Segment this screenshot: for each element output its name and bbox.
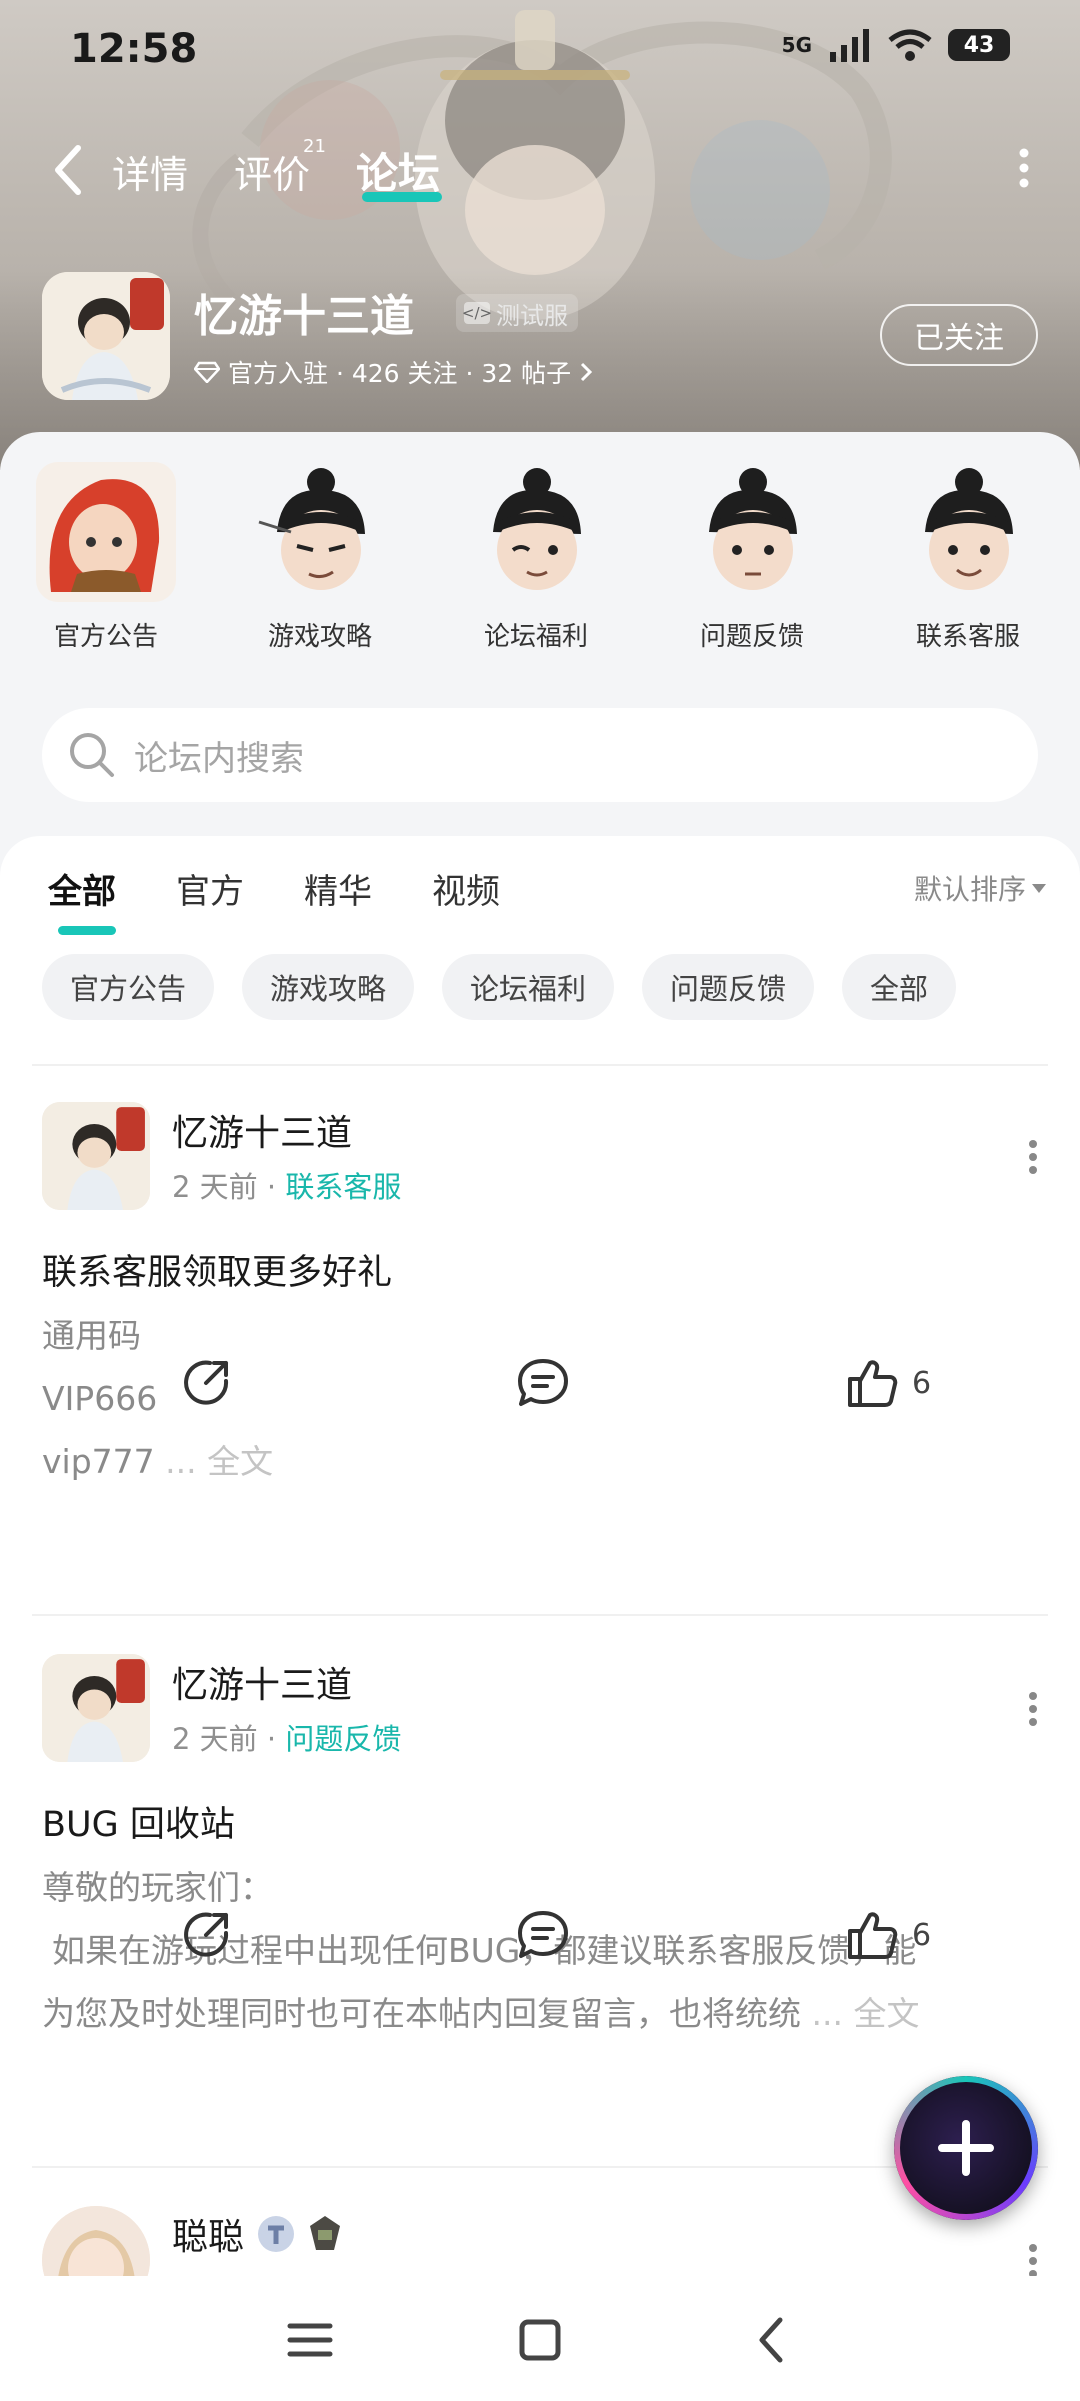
post-title: 联系客服领取更多好礼 bbox=[42, 1253, 393, 1293]
more-vertical-icon[interactable] bbox=[1028, 1692, 1038, 1726]
category-benefits[interactable]: 论坛福利 bbox=[456, 462, 616, 653]
thumbs-up-icon bbox=[848, 1912, 898, 1959]
caret-down-icon bbox=[1032, 883, 1046, 893]
chip-feedback[interactable]: 问题反馈 bbox=[642, 954, 815, 1020]
post-actions: 6 bbox=[0, 1348, 1080, 1418]
wifi-icon bbox=[888, 29, 932, 61]
tab-official[interactable]: 官方 bbox=[176, 864, 244, 913]
swordsman-avatar-icon bbox=[925, 468, 1013, 590]
active-filter-indicator bbox=[58, 926, 116, 935]
swordsman-avatar-icon bbox=[258, 468, 365, 590]
share-button[interactable] bbox=[180, 1900, 232, 1970]
share-icon bbox=[184, 1360, 229, 1405]
category-guides[interactable]: 游戏攻略 bbox=[240, 462, 400, 653]
search-icon bbox=[70, 733, 114, 777]
battery-icon: 43 bbox=[948, 29, 1010, 61]
comment-icon bbox=[518, 1911, 568, 1958]
red-hair-character-icon bbox=[36, 462, 176, 602]
home-icon[interactable] bbox=[510, 2312, 570, 2368]
tab-all[interactable]: 全部 bbox=[48, 864, 116, 913]
like-button[interactable]: 6 bbox=[846, 1348, 931, 1418]
tab-details[interactable]: 详情 bbox=[112, 144, 188, 199]
post-card[interactable]: 忆游十三道 2 天前 · 联系客服 联系客服领取更多好礼 通用码 VIP666 … bbox=[0, 1102, 1080, 1602]
active-tab-indicator bbox=[362, 192, 442, 202]
author-avatar[interactable] bbox=[42, 1102, 150, 1210]
chip-guides[interactable]: 游戏攻略 bbox=[242, 954, 415, 1020]
network-indicator: 5G bbox=[781, 33, 812, 57]
read-more-link[interactable]: ... 全文 bbox=[155, 1442, 273, 1481]
system-navigation-bar bbox=[0, 2276, 1080, 2401]
category-announcements[interactable]: 官方公告 bbox=[26, 462, 186, 653]
game-info: 忆游十三道 </> 测试服 官方入驻 · 426 关注 · 32 帖子 已关注 bbox=[42, 272, 1038, 402]
menu-icon[interactable] bbox=[280, 2312, 340, 2368]
comment-icon bbox=[518, 1359, 568, 1406]
swordsman-avatar-icon bbox=[493, 468, 581, 590]
game-title: 忆游十三道 bbox=[194, 291, 414, 342]
author-name[interactable]: 忆游十三道 bbox=[172, 1104, 352, 1156]
follow-button[interactable]: 已关注 bbox=[880, 304, 1038, 366]
tab-video[interactable]: 视频 bbox=[432, 864, 500, 913]
top-nav: 详情 评价 21 论坛 bbox=[0, 130, 1080, 210]
author-name[interactable]: 聪聪 bbox=[172, 2208, 244, 2260]
status-bar: 12:58 5G 43 bbox=[0, 0, 1080, 100]
chip-all[interactable]: 全部 bbox=[842, 954, 957, 1020]
achievement-badge-icon bbox=[310, 2216, 340, 2250]
category-row: 官方公告 游戏攻略 论坛福利 问题反馈 联系客服 bbox=[0, 462, 1080, 662]
more-vertical-icon[interactable] bbox=[1028, 1140, 1038, 1174]
more-vertical-icon[interactable] bbox=[1028, 2244, 1038, 2278]
post-meta: 2 天前 · 联系客服 bbox=[172, 1170, 402, 1204]
like-count: 6 bbox=[912, 1365, 932, 1401]
author-name[interactable]: 忆游十三道 bbox=[172, 1656, 352, 1708]
post-card[interactable]: 忆游十三道 2 天前 · 问题反馈 BUG 回收站 尊敬的玩家们： 如果在游玩过… bbox=[0, 1654, 1080, 2154]
sort-dropdown[interactable]: 默认排序 bbox=[914, 868, 1046, 908]
post-meta: 2 天前 · 问题反馈 bbox=[172, 1722, 402, 1756]
share-button[interactable] bbox=[180, 1348, 232, 1418]
swordsman-avatar-icon bbox=[709, 468, 797, 590]
comment-button[interactable] bbox=[516, 1900, 570, 1970]
status-time: 12:58 bbox=[70, 26, 198, 72]
code-icon: </> bbox=[461, 302, 493, 324]
back-icon[interactable] bbox=[742, 2312, 802, 2368]
category-feedback[interactable]: 问题反馈 bbox=[672, 462, 832, 653]
post-category[interactable]: 问题反馈 bbox=[285, 1722, 401, 1756]
reviews-count-badge: 21 bbox=[303, 136, 326, 157]
test-server-badge: </> 测试服 bbox=[456, 294, 578, 332]
game-icon[interactable] bbox=[42, 272, 170, 400]
search-placeholder: 论坛内搜索 bbox=[134, 738, 304, 779]
create-post-button[interactable] bbox=[894, 2076, 1038, 2220]
category-customer-service[interactable]: 联系客服 bbox=[888, 462, 1048, 653]
chevron-right-icon bbox=[581, 362, 593, 382]
thumbs-up-icon bbox=[848, 1360, 898, 1407]
signal-icon bbox=[830, 29, 869, 62]
like-button[interactable]: 6 bbox=[846, 1900, 931, 1970]
share-icon bbox=[184, 1912, 229, 1957]
more-vertical-icon[interactable] bbox=[1018, 148, 1030, 188]
tab-featured[interactable]: 精华 bbox=[304, 864, 372, 913]
search-input[interactable]: 论坛内搜索 bbox=[42, 708, 1038, 802]
diamond-icon bbox=[194, 361, 220, 383]
tab-reviews[interactable]: 评价 bbox=[234, 144, 310, 199]
post-actions: 6 bbox=[0, 1900, 1080, 1970]
post-category[interactable]: 联系客服 bbox=[285, 1170, 401, 1204]
post-title: BUG 回收站 bbox=[42, 1805, 235, 1845]
author-avatar[interactable] bbox=[42, 1654, 150, 1762]
like-count: 6 bbox=[912, 1917, 932, 1953]
read-more-link[interactable]: ... 全文 bbox=[801, 1994, 919, 2033]
game-meta[interactable]: 官方入驻 · 426 关注 · 32 帖子 bbox=[194, 354, 593, 390]
comment-button[interactable] bbox=[516, 1348, 570, 1418]
chip-benefits[interactable]: 论坛福利 bbox=[442, 954, 615, 1020]
chip-announcements[interactable]: 官方公告 bbox=[42, 954, 215, 1020]
level-badge-icon bbox=[258, 2216, 294, 2252]
back-arrow-icon[interactable] bbox=[44, 140, 94, 200]
